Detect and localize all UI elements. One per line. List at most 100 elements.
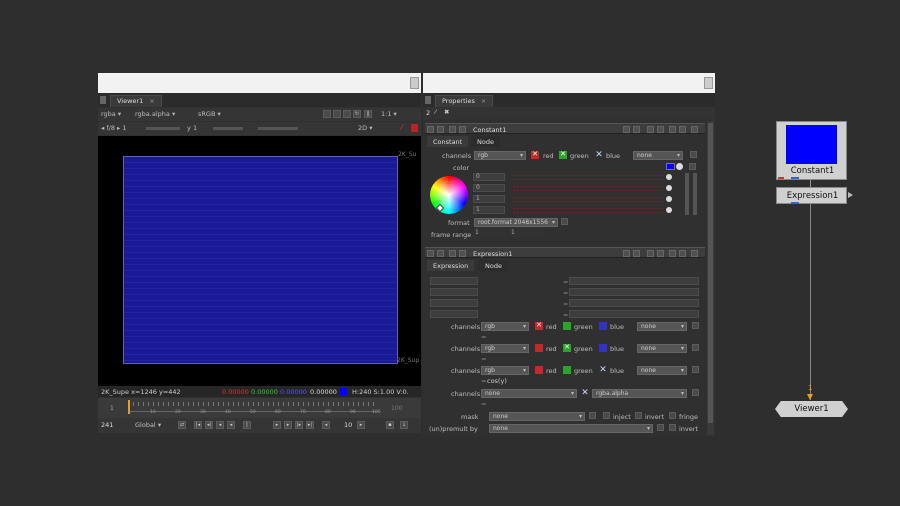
expr-alpha-toggle[interactable] (692, 389, 699, 396)
expr-extra-toggle[interactable] (692, 322, 699, 329)
expression-section-header[interactable]: Expression1 (425, 247, 705, 258)
last-frame-icon[interactable]: ▸| (306, 421, 314, 429)
tab-properties[interactable]: Properties × (435, 95, 494, 107)
next-key-icon[interactable]: |▸ (295, 421, 303, 429)
temp-name-3[interactable] (430, 299, 478, 307)
revert-icon[interactable] (647, 126, 654, 133)
constant-node[interactable]: Constant1 (776, 121, 847, 180)
export-icon[interactable]: ↓ (400, 421, 408, 429)
inject-checkbox[interactable] (603, 412, 610, 419)
close-section-icon[interactable] (691, 126, 698, 133)
red-checkbox[interactable] (535, 344, 543, 352)
properties-scroll-thumb[interactable] (708, 123, 713, 423)
node-color-icon[interactable] (449, 126, 456, 133)
gain-slider[interactable] (146, 127, 180, 130)
mask-select[interactable]: none (489, 412, 585, 421)
close-section-icon[interactable] (691, 250, 698, 257)
expr-alpha-channel-select[interactable]: rgba.alpha (592, 389, 687, 398)
revert-icon[interactable] (647, 250, 654, 257)
alpha-checkbox[interactable]: ✕ (581, 389, 589, 398)
skip-back-icon[interactable]: ◂ (322, 421, 330, 429)
timeline[interactable]: 1 1 10 20 30 40 50 60 70 80 90 100 100 (98, 398, 421, 418)
float-panel-icon[interactable] (669, 126, 676, 133)
redo-icon[interactable] (633, 250, 640, 257)
color-b-slider[interactable] (513, 197, 663, 202)
pause-icon[interactable]: ‖ (364, 110, 372, 118)
colorspace-select[interactable]: sRGB ▾ (198, 110, 221, 118)
properties-grip-icon[interactable] (425, 96, 431, 104)
constant-section-header[interactable]: Constant1 (425, 123, 705, 134)
properties-scrollbar[interactable] (707, 121, 714, 435)
expr-extra-toggle[interactable] (692, 344, 699, 351)
skip-forward-icon[interactable]: ▸ (357, 421, 365, 429)
loop-icon[interactable]: ⇄ (178, 421, 186, 429)
expression-text[interactable]: cos(y) (487, 377, 507, 385)
clear-icon[interactable]: ✖ (444, 108, 449, 116)
stop-playback-icon[interactable]: | (243, 421, 251, 429)
tab-constant-node[interactable]: Node (471, 136, 500, 147)
temp-expr-1[interactable] (569, 277, 699, 285)
constant-node-name[interactable]: Constant1 (473, 126, 506, 134)
color-a-slider[interactable] (513, 208, 663, 213)
temp-expr-4[interactable] (569, 310, 699, 318)
help-icon[interactable] (657, 250, 664, 257)
play-backward-icon[interactable]: ◂ (227, 421, 235, 429)
float-panel-icon[interactable] (669, 250, 676, 257)
fstop-control[interactable]: ◂ f/8 ▸ 1 (101, 124, 127, 132)
green-checkbox[interactable]: ✕ (563, 344, 571, 352)
unpremult-select[interactable]: none (489, 424, 653, 433)
collapse-icon[interactable] (427, 126, 434, 133)
color-g-slider[interactable] (513, 186, 663, 191)
red-checkbox[interactable]: ✕ (531, 151, 539, 159)
green-checkbox[interactable] (563, 322, 571, 330)
color-r-slider[interactable] (513, 175, 663, 180)
color-g-field[interactable]: 0 (473, 184, 505, 192)
invert-checkbox[interactable] (635, 412, 642, 419)
temp-expr-2[interactable] (569, 288, 699, 296)
temp-name-4[interactable] (430, 310, 478, 318)
color-b-field[interactable]: 1 (473, 195, 505, 203)
red-checkbox[interactable]: ✕ (535, 322, 543, 330)
maximize-icon[interactable] (679, 126, 686, 133)
format-edit-icon[interactable] (561, 218, 568, 225)
mask-toggle[interactable] (589, 412, 596, 419)
constant-channels-select[interactable]: rgb (474, 151, 526, 160)
frame-range-end[interactable]: 1 (509, 230, 543, 238)
collapse-icon[interactable] (427, 250, 434, 257)
format-select[interactable]: root.format 2048x1556 (474, 218, 558, 227)
expr-extra-channel-select[interactable]: none (637, 366, 687, 375)
expr-extra-toggle[interactable] (692, 366, 699, 373)
viewer-extra-slider[interactable] (258, 127, 298, 130)
step-field[interactable]: 10 (344, 421, 352, 429)
step-back-icon[interactable]: ◂ (216, 421, 224, 429)
tab-expression[interactable]: Expression (427, 260, 475, 271)
close-icon[interactable]: × (149, 97, 154, 105)
gamma-control[interactable]: y 1 (187, 124, 197, 132)
unpremult-toggle[interactable] (657, 424, 664, 431)
panel-count[interactable]: 2 (426, 109, 430, 117)
expr-extra-channel-select[interactable]: none (637, 344, 687, 353)
expr-channels-select[interactable]: rgb (481, 366, 529, 375)
step-forward-icon[interactable]: ▸ (284, 421, 292, 429)
first-frame-icon[interactable]: |◂ (194, 421, 202, 429)
prev-key-icon[interactable]: ◂| (205, 421, 213, 429)
green-checkbox[interactable]: ✕ (559, 151, 567, 159)
constant-extra-channel-toggle[interactable] (690, 151, 697, 158)
color-a-field[interactable]: 1 (473, 206, 505, 214)
alpha-select[interactable]: rgba.alpha ▾ (135, 110, 175, 118)
clip-warning-icon[interactable] (411, 124, 418, 132)
tab-constant[interactable]: Constant (427, 136, 469, 147)
viewer-panel-grip-icon[interactable] (100, 96, 106, 104)
refresh-icon[interactable]: ↻ (353, 110, 361, 118)
pin-icon[interactable]: ⁄ (435, 108, 436, 116)
properties-top-bar-scroll[interactable] (704, 77, 713, 89)
red-checkbox[interactable] (535, 366, 543, 374)
gamma-slider[interactable] (213, 127, 243, 130)
fringe-checkbox[interactable] (669, 412, 676, 419)
undo-icon[interactable] (623, 250, 630, 257)
color-picker-icon[interactable] (676, 163, 683, 170)
overlay-icon[interactable] (343, 110, 351, 118)
float-icon[interactable] (437, 250, 444, 257)
lock-icon[interactable]: ▪ (386, 421, 394, 429)
channels-select[interactable]: rgba ▾ (101, 110, 121, 118)
